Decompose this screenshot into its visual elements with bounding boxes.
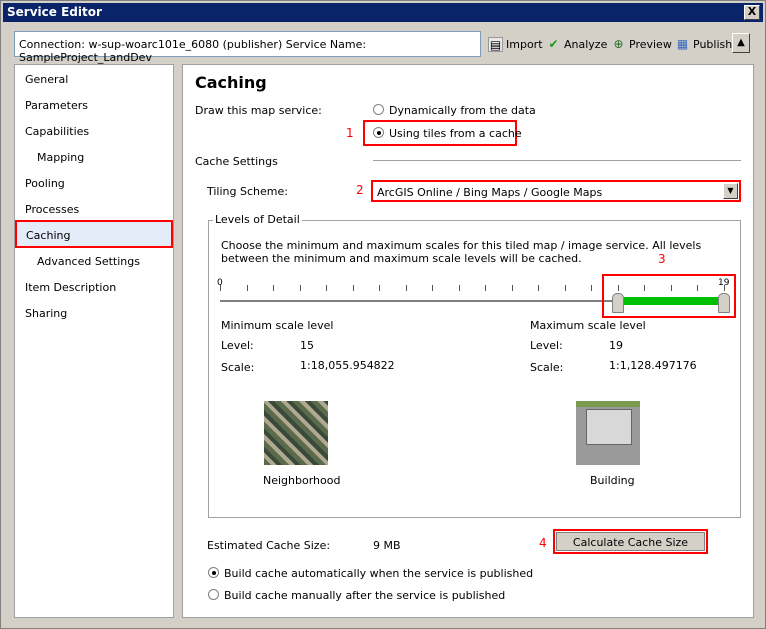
radio-label: Dynamically from the data	[389, 104, 536, 117]
radio-label: Using tiles from a cache	[389, 127, 522, 140]
sidebar-item-sharing[interactable]: Sharing	[25, 307, 67, 320]
sidebar: General Parameters Capabilities Mapping …	[14, 64, 174, 618]
radio-label: Build cache manually after the service i…	[224, 589, 506, 602]
publish-label: Publish	[693, 38, 733, 51]
max-scale-title: Maximum scale level	[530, 319, 646, 332]
min-scale-value: 1:18,055.954822	[300, 359, 395, 372]
estimated-size-value: 9 MB	[373, 539, 401, 552]
preview-label: Preview	[629, 38, 672, 51]
radio-icon	[208, 589, 219, 600]
sidebar-item-parameters[interactable]: Parameters	[25, 99, 88, 112]
callout-4: 4	[539, 536, 547, 550]
analyze-button[interactable]: ✔ Analyze	[546, 37, 607, 52]
divider	[373, 160, 741, 161]
slider-tick	[511, 285, 513, 291]
slider-tick	[246, 285, 248, 291]
slider-tick	[432, 285, 434, 291]
building-thumbnail	[576, 401, 640, 465]
min-scale-title: Minimum scale level	[221, 319, 334, 332]
neighborhood-label: Neighborhood	[263, 474, 341, 487]
radio-build-auto[interactable]: Build cache automatically when the servi…	[208, 567, 533, 580]
slider-tick	[220, 285, 221, 291]
import-button[interactable]: ▤ Import	[488, 37, 543, 52]
tiling-label: Tiling Scheme:	[207, 185, 288, 198]
slider-tick	[564, 285, 566, 291]
estimated-size-label: Estimated Cache Size:	[207, 539, 331, 552]
min-level-label: Level:	[221, 339, 254, 352]
slider-tick	[458, 285, 460, 291]
sidebar-item-general[interactable]: General	[25, 73, 68, 86]
checkmark-icon: ✔	[548, 37, 559, 51]
sidebar-item-processes[interactable]: Processes	[25, 203, 79, 216]
slider-tick	[273, 285, 275, 291]
sidebar-item-advanced-settings[interactable]: Advanced Settings	[37, 255, 140, 268]
publish-icon: ▦	[676, 37, 689, 51]
chevron-down-icon[interactable]: ▼	[723, 183, 738, 199]
max-level-value: 19	[609, 339, 623, 352]
lod-title: Levels of Detail	[213, 213, 302, 226]
sidebar-item-pooling[interactable]: Pooling	[25, 177, 65, 190]
slider-tick	[591, 285, 593, 291]
connection-field: Connection: w-sup-woarc101e_6080 (publis…	[14, 31, 481, 64]
radio-cache[interactable]: Using tiles from a cache	[373, 127, 522, 140]
close-button[interactable]: X	[744, 5, 760, 20]
callout-3: 3	[658, 252, 666, 266]
slider-tick	[352, 285, 354, 291]
slider-tick	[538, 285, 540, 291]
highlight-3	[602, 274, 736, 318]
tiling-scheme-select[interactable]: ArcGIS Online / Bing Maps / Google Maps …	[371, 180, 741, 202]
radio-label: Build cache automatically when the servi…	[224, 567, 534, 580]
slider-tick	[405, 285, 407, 291]
callout-2: 2	[356, 183, 364, 197]
preview-icon: ⊕	[613, 37, 624, 51]
radio-icon	[373, 104, 384, 115]
service-editor-window: Service Editor X Connection: w-sup-woarc…	[0, 0, 766, 629]
radio-build-manual[interactable]: Build cache manually after the service i…	[208, 589, 505, 602]
caching-label: Caching	[26, 229, 71, 242]
preview-button[interactable]: ⊕ Preview	[611, 37, 672, 52]
import-label: Import	[506, 38, 543, 51]
max-scale-label: Scale:	[530, 361, 564, 374]
sidebar-item-capabilities[interactable]: Capabilities	[25, 125, 89, 138]
building-label: Building	[590, 474, 635, 487]
window-title: Service Editor	[7, 5, 102, 19]
slider-tick	[379, 285, 381, 291]
slider-tick	[485, 285, 487, 291]
draw-label: Draw this map service:	[195, 104, 322, 117]
calculate-cache-size-button[interactable]: Calculate Cache Size	[553, 529, 708, 554]
calculate-label: Calculate Cache Size	[556, 532, 705, 551]
max-level-label: Level:	[530, 339, 563, 352]
page-title: Caching	[195, 73, 267, 92]
radio-icon	[208, 567, 219, 578]
sidebar-item-item-description[interactable]: Item Description	[25, 281, 116, 294]
cache-settings-heading: Cache Settings	[195, 155, 278, 168]
sidebar-item-caching[interactable]: Caching	[15, 220, 173, 248]
sidebar-item-mapping[interactable]: Mapping	[37, 151, 84, 164]
tiling-value: ArcGIS Online / Bing Maps / Google Maps	[377, 186, 603, 199]
radio-dynamic[interactable]: Dynamically from the data	[373, 104, 536, 117]
radio-icon	[373, 127, 384, 138]
title-bar: Service Editor X	[3, 3, 763, 22]
publish-button[interactable]: ▦ Publish	[675, 37, 732, 52]
callout-1: 1	[346, 126, 354, 140]
max-scale-value: 1:1,128.497176	[609, 359, 697, 372]
import-icon: ▤	[488, 37, 503, 52]
collapse-button[interactable]: ▲	[732, 33, 750, 53]
neighborhood-thumbnail	[264, 401, 328, 465]
slider-tick	[299, 285, 301, 291]
slider-tick	[326, 285, 328, 291]
min-level-value: 15	[300, 339, 314, 352]
analyze-label: Analyze	[564, 38, 608, 51]
min-scale-label: Scale:	[221, 361, 255, 374]
